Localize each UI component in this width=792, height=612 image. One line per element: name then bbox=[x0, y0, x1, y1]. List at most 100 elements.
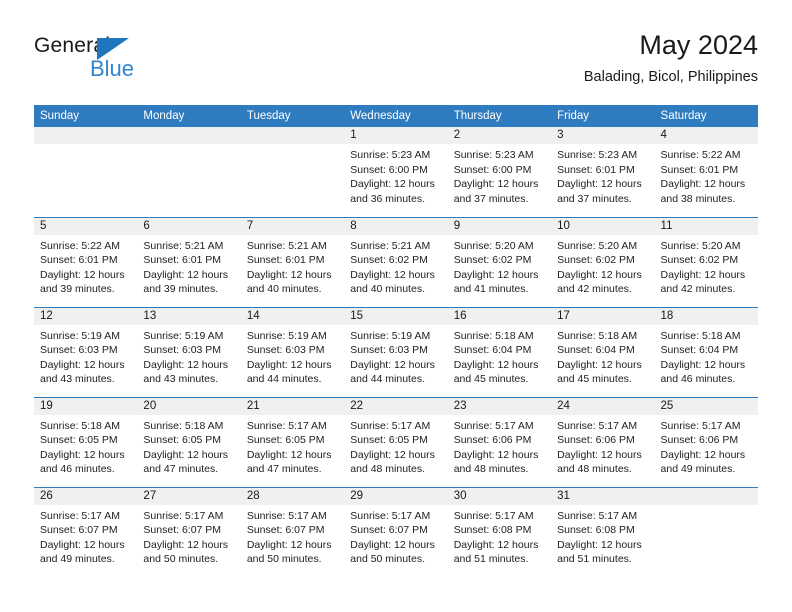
daylight-text-line1: Daylight: 12 hours bbox=[350, 538, 435, 551]
day-number: 8 bbox=[344, 217, 448, 235]
day-number: 31 bbox=[551, 487, 655, 505]
calendar-week-row: 1 Sunrise: 5:23 AM Sunset: 6:00 PM Daylight… bbox=[34, 127, 758, 217]
calendar-day-cell[interactable]: 11 Sunrise: 5:20 AM Sunset: 6:02 PM Dayligh… bbox=[654, 216, 758, 307]
calendar-day-cell[interactable]: 18 Sunrise: 5:18 AM Sunset: 6:04 PM Dayligh… bbox=[654, 306, 758, 397]
sunrise-text: Sunrise: 5:21 AM bbox=[246, 239, 327, 252]
day-details: Sunrise: 5:18 AM Sunset: 6:04 PM Daylight:… bbox=[655, 325, 758, 387]
day-details: Sunrise: 5:18 AM Sunset: 6:04 PM Daylight:… bbox=[551, 325, 654, 387]
calendar-day-cell[interactable]: 30 Sunrise: 5:17 AM Sunset: 6:08 PM Dayligh… bbox=[447, 486, 552, 577]
daylight-text-line1: Daylight: 12 hours bbox=[246, 538, 332, 551]
calendar-day-cell[interactable]: 29 Sunrise: 5:17 AM Sunset: 6:07 PM Dayligh… bbox=[344, 486, 448, 577]
calendar-day-cell[interactable]: 7 Sunrise: 5:21 AM Sunset: 6:01 PM Daylight… bbox=[240, 216, 345, 307]
day-number: 27 bbox=[137, 487, 241, 505]
daylight-text-line1: Daylight: 12 hours bbox=[557, 358, 642, 371]
daylight-text-line2: and 38 minutes. bbox=[660, 192, 736, 205]
sunrise-text: Sunrise: 5:19 AM bbox=[40, 329, 120, 342]
sunrise-text: Sunrise: 5:19 AM bbox=[143, 329, 224, 342]
sunset-text: Sunset: 6:05 PM bbox=[143, 434, 222, 447]
daylight-text-line1: Daylight: 12 hours bbox=[453, 268, 539, 281]
calendar-day-cell[interactable]: 17 Sunrise: 5:18 AM Sunset: 6:04 PM Dayligh… bbox=[551, 306, 655, 397]
daylight-text-line2: and 39 minutes. bbox=[143, 283, 219, 296]
weekday-header-sunday: Sunday bbox=[34, 105, 138, 127]
day-details: Sunrise: 5:18 AM Sunset: 6:05 PM Daylight:… bbox=[34, 415, 137, 477]
day-number: 15 bbox=[344, 307, 448, 325]
calendar-day-cell[interactable]: 13 Sunrise: 5:19 AM Sunset: 6:03 PM Dayligh… bbox=[137, 306, 241, 397]
sunrise-text: Sunrise: 5:21 AM bbox=[350, 239, 431, 252]
day-number: 21 bbox=[240, 397, 345, 415]
sunrise-text: Sunrise: 5:18 AM bbox=[660, 329, 741, 342]
calendar-header-row: Sunday Monday Tuesday Wednesday Thursday… bbox=[34, 105, 758, 127]
calendar-day-cell[interactable]: 4 Sunrise: 5:22 AM Sunset: 6:01 PM Daylight… bbox=[654, 127, 758, 217]
calendar-day-cell[interactable]: 19 Sunrise: 5:18 AM Sunset: 6:05 PM Dayligh… bbox=[34, 396, 138, 487]
sunset-text: Sunset: 6:04 PM bbox=[557, 344, 635, 357]
calendar-day-cell[interactable]: 16 Sunrise: 5:18 AM Sunset: 6:04 PM Dayligh… bbox=[447, 306, 552, 397]
calendar-day-cell[interactable]: 3 Sunrise: 5:23 AM Sunset: 6:01 PM Daylight… bbox=[551, 127, 655, 217]
day-details: Sunrise: 5:17 AM Sunset: 6:07 PM Daylight:… bbox=[34, 505, 137, 567]
day-details: Sunrise: 5:21 AM Sunset: 6:01 PM Daylight:… bbox=[241, 235, 344, 297]
sunset-text: Sunset: 6:06 PM bbox=[453, 434, 532, 447]
calendar-day-cell[interactable]: 15 Sunrise: 5:19 AM Sunset: 6:03 PM Dayligh… bbox=[344, 306, 448, 397]
sunset-text: Sunset: 6:01 PM bbox=[557, 163, 635, 176]
day-number: 30 bbox=[447, 487, 552, 505]
calendar-day-cell[interactable]: 26 Sunrise: 5:17 AM Sunset: 6:07 PM Dayligh… bbox=[34, 486, 138, 577]
daylight-text-line1: Daylight: 12 hours bbox=[40, 268, 125, 281]
calendar-day-cell[interactable]: 23 Sunrise: 5:17 AM Sunset: 6:06 PM Dayligh… bbox=[447, 396, 552, 487]
calendar-day-cell[interactable]: 12 Sunrise: 5:19 AM Sunset: 6:03 PM Dayligh… bbox=[34, 306, 138, 397]
calendar-day-cell[interactable]: 21 Sunrise: 5:17 AM Sunset: 6:05 PM Dayligh… bbox=[240, 396, 345, 487]
sunset-text: Sunset: 6:02 PM bbox=[350, 254, 428, 267]
calendar-day-cell[interactable]: 22 Sunrise: 5:17 AM Sunset: 6:05 PM Dayligh… bbox=[344, 396, 448, 487]
calendar-day-cell[interactable]: 1 Sunrise: 5:23 AM Sunset: 6:00 PM Daylight… bbox=[344, 127, 448, 217]
weekday-header-thursday: Thursday bbox=[447, 105, 552, 127]
calendar-day-cell[interactable]: 2 Sunrise: 5:23 AM Sunset: 6:00 PM Daylight… bbox=[447, 127, 552, 217]
calendar-day-cell[interactable]: 20 Sunrise: 5:18 AM Sunset: 6:05 PM Dayligh… bbox=[137, 396, 241, 487]
daylight-text-line2: and 36 minutes. bbox=[350, 192, 425, 205]
daylight-text-line2: and 43 minutes. bbox=[143, 373, 219, 386]
sunset-text: Sunset: 6:04 PM bbox=[660, 344, 739, 357]
day-details: Sunrise: 5:20 AM Sunset: 6:02 PM Daylight:… bbox=[448, 235, 551, 297]
calendar-day-cell[interactable]: 14 Sunrise: 5:19 AM Sunset: 6:03 PM Dayligh… bbox=[240, 306, 345, 397]
day-number bbox=[240, 127, 345, 144]
day-details: Sunrise: 5:19 AM Sunset: 6:03 PM Daylight:… bbox=[344, 325, 447, 387]
day-details: Sunrise: 5:17 AM Sunset: 6:06 PM Daylight:… bbox=[448, 415, 551, 477]
daylight-text-line1: Daylight: 12 hours bbox=[40, 448, 125, 461]
sunset-text: Sunset: 6:05 PM bbox=[350, 434, 428, 447]
daylight-text-line2: and 47 minutes. bbox=[143, 463, 219, 476]
daylight-text-line1: Daylight: 12 hours bbox=[40, 538, 125, 551]
day-number: 22 bbox=[344, 397, 448, 415]
calendar-day-cell[interactable]: 24 Sunrise: 5:17 AM Sunset: 6:06 PM Dayligh… bbox=[551, 396, 655, 487]
day-number: 4 bbox=[654, 127, 758, 144]
day-details: Sunrise: 5:20 AM Sunset: 6:02 PM Daylight:… bbox=[551, 235, 654, 297]
sunrise-text: Sunrise: 5:20 AM bbox=[453, 239, 534, 252]
daylight-text-line2: and 50 minutes. bbox=[143, 553, 219, 566]
calendar-day-cell[interactable]: 28 Sunrise: 5:17 AM Sunset: 6:07 PM Dayligh… bbox=[240, 486, 345, 577]
calendar-day-cell[interactable]: 6 Sunrise: 5:21 AM Sunset: 6:01 PM Daylight… bbox=[137, 216, 241, 307]
calendar-day-cell[interactable]: 27 Sunrise: 5:17 AM Sunset: 6:07 PM Dayligh… bbox=[137, 486, 241, 577]
sunset-text: Sunset: 6:01 PM bbox=[40, 254, 118, 267]
day-number: 1 bbox=[344, 127, 448, 144]
calendar-day-cell[interactable]: 10 Sunrise: 5:20 AM Sunset: 6:02 PM Dayligh… bbox=[551, 216, 655, 307]
sunset-text: Sunset: 6:03 PM bbox=[143, 344, 222, 357]
calendar-week-row: 12 Sunrise: 5:19 AM Sunset: 6:03 PM Dayligh… bbox=[34, 306, 758, 397]
sunrise-text: Sunrise: 5:17 AM bbox=[350, 509, 431, 522]
calendar-day-cell[interactable]: 5 Sunrise: 5:22 AM Sunset: 6:01 PM Daylight… bbox=[34, 216, 138, 307]
sunrise-text: Sunrise: 5:17 AM bbox=[557, 419, 638, 432]
day-number: 28 bbox=[240, 487, 345, 505]
sunrise-text: Sunrise: 5:21 AM bbox=[143, 239, 224, 252]
weekday-header-monday: Monday bbox=[137, 105, 241, 127]
day-number bbox=[137, 127, 241, 144]
daylight-text-line2: and 50 minutes. bbox=[350, 553, 425, 566]
day-details: Sunrise: 5:19 AM Sunset: 6:03 PM Daylight:… bbox=[34, 325, 137, 387]
general-blue-logo[interactable]: General Blue bbox=[34, 34, 164, 86]
calendar-day-cell[interactable]: 31 Sunrise: 5:17 AM Sunset: 6:08 PM Dayligh… bbox=[551, 486, 655, 577]
calendar-day-cell[interactable]: 8 Sunrise: 5:21 AM Sunset: 6:02 PM Daylight… bbox=[344, 216, 448, 307]
sunrise-text: Sunrise: 5:23 AM bbox=[557, 149, 638, 161]
day-details: Sunrise: 5:17 AM Sunset: 6:07 PM Daylight:… bbox=[137, 505, 240, 567]
calendar-day-cell[interactable]: 25 Sunrise: 5:17 AM Sunset: 6:06 PM Dayligh… bbox=[654, 396, 758, 487]
daylight-text-line2: and 49 minutes. bbox=[660, 463, 736, 476]
daylight-text-line1: Daylight: 12 hours bbox=[557, 268, 642, 281]
day-number: 25 bbox=[654, 397, 758, 415]
daylight-text-line1: Daylight: 12 hours bbox=[557, 178, 642, 191]
page-title: May 2024 bbox=[639, 30, 758, 60]
calendar-day-cell[interactable]: 9 Sunrise: 5:20 AM Sunset: 6:02 PM Daylight… bbox=[447, 216, 552, 307]
day-number: 10 bbox=[551, 217, 655, 235]
